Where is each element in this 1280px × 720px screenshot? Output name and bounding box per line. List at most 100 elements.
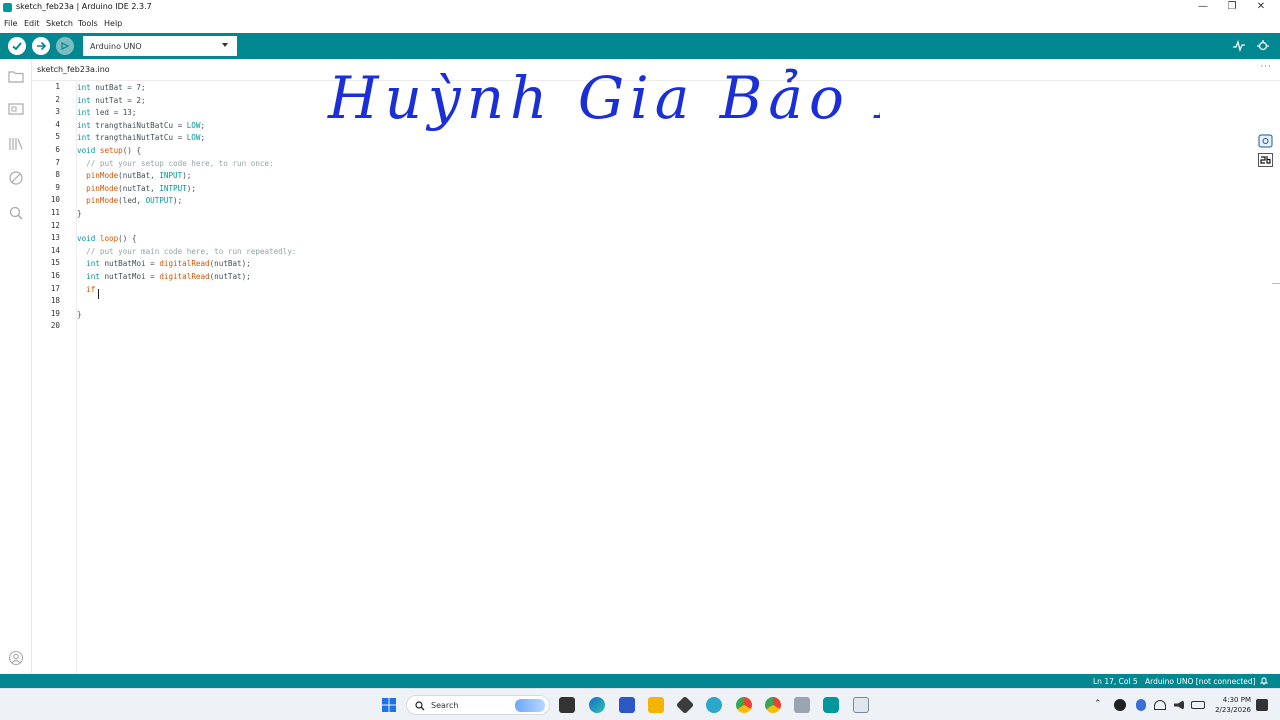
tab-more-button[interactable]: ··· xyxy=(1260,62,1272,72)
line-number: 18 xyxy=(50,296,60,306)
battery-icon[interactable] xyxy=(1191,701,1205,709)
verify-button[interactable] xyxy=(8,37,26,55)
chevron-down-icon xyxy=(222,43,228,47)
handwritten-text: Huỳnh Gia Bảo BT1.02 xyxy=(327,64,880,132)
menu-sketch[interactable]: Sketch xyxy=(46,19,73,28)
code-line[interactable]: int trangthaiNutTatCu = LOW; xyxy=(77,132,205,145)
search-icon xyxy=(415,701,425,711)
line-number: 14 xyxy=(50,245,60,255)
code-line[interactable]: int led = 13; xyxy=(77,107,136,120)
notification-icon[interactable] xyxy=(1259,676,1269,686)
line-number: 4 xyxy=(55,119,60,129)
board-manager-icon[interactable] xyxy=(7,101,25,117)
code-line[interactable]: pinMode(led, OUTPUT); xyxy=(77,195,182,208)
line-number: 9 xyxy=(55,182,60,192)
os-taskbar: Search ⌃ 4:30 PM 2/23/2026 xyxy=(0,688,1280,720)
code-line[interactable]: // put your main code here, to run repea… xyxy=(77,246,296,259)
code-line[interactable]: pinMode(nutBat, INPUT); xyxy=(77,170,191,183)
windows-start-icon[interactable] xyxy=(381,697,397,713)
line-number: 5 xyxy=(55,132,60,142)
code-line[interactable]: int nutBatMoi = digitalRead(nutBat); xyxy=(77,258,251,271)
clock-date: 2/23/2026 xyxy=(1215,706,1251,714)
clock-time: 4:30 PM xyxy=(1222,696,1251,704)
line-number: 1 xyxy=(55,82,60,91)
code-line[interactable]: pinMode(nutTat, INTPUT); xyxy=(77,183,196,196)
app-icon-dark[interactable] xyxy=(675,695,695,715)
code-line[interactable]: } xyxy=(77,208,82,221)
line-number: 17 xyxy=(50,283,60,293)
taskbar-search[interactable]: Search xyxy=(406,695,550,715)
chrome-profile-icon[interactable] xyxy=(765,697,781,713)
text-cursor xyxy=(98,289,99,299)
system-clock[interactable]: 4:30 PM 2/23/2026 xyxy=(1215,695,1251,715)
code-line[interactable]: int nutBat = 7; xyxy=(77,82,146,95)
notification-center-icon[interactable] xyxy=(1256,699,1268,711)
line-number: 10 xyxy=(50,195,60,205)
account-icon[interactable] xyxy=(7,650,25,666)
wifi-icon[interactable] xyxy=(1154,700,1166,710)
code-line[interactable]: int trangthaiNutBatCu = LOW; xyxy=(77,120,205,133)
close-button[interactable]: ✕ xyxy=(1247,0,1275,15)
snipping-tool-icon[interactable] xyxy=(853,697,869,713)
debug-button[interactable] xyxy=(56,37,74,55)
code-line[interactable]: // put your setup code here, to run once… xyxy=(77,158,273,171)
arduino-taskbar-icon[interactable] xyxy=(823,697,839,713)
menu-edit[interactable]: Edit xyxy=(24,19,40,28)
line-number: 15 xyxy=(50,258,60,268)
line-number: 8 xyxy=(55,170,60,180)
task-view-icon[interactable] xyxy=(559,697,575,713)
app-icon-cyan[interactable] xyxy=(706,697,722,713)
app-icon-blue[interactable] xyxy=(619,697,635,713)
connection-status[interactable]: Arduino UNO [not connected] xyxy=(1145,677,1256,686)
plotter-icon[interactable] xyxy=(1232,39,1246,53)
scroll-indicator xyxy=(1272,283,1280,284)
line-number: 7 xyxy=(55,157,60,167)
tray-app-icon[interactable] xyxy=(1114,699,1126,711)
code-line[interactable]: void setup() { xyxy=(77,145,141,158)
menu-bar: File Edit Sketch Tools Help xyxy=(0,16,1280,31)
line-number: 11 xyxy=(50,208,60,217)
settings-icon[interactable] xyxy=(794,697,810,713)
line-number: 6 xyxy=(55,145,60,154)
mic-icon[interactable] xyxy=(1136,699,1146,711)
arrow-right-icon xyxy=(37,41,47,51)
camera-icon[interactable] xyxy=(1258,134,1273,148)
board-selector[interactable]: Arduino UNO xyxy=(83,36,237,56)
cursor-position[interactable]: Ln 17, Col 5 xyxy=(1093,677,1138,686)
title-bar: sketch_feb23a | Arduino IDE 2.3.7 — ❐ ✕ xyxy=(0,0,1280,15)
menu-tools[interactable]: Tools xyxy=(78,19,98,28)
debug-disabled-icon[interactable] xyxy=(7,170,25,186)
tab-sketch-file[interactable]: sketch_feb23a.ino xyxy=(37,65,110,74)
code-line[interactable]: void loop() { xyxy=(77,233,136,246)
volume-icon[interactable] xyxy=(1174,700,1184,710)
sb-badge-icon[interactable] xyxy=(1258,153,1273,167)
code-line[interactable]: int nutTatMoi = digitalRead(nutTat); xyxy=(77,271,251,284)
folder-icon[interactable] xyxy=(7,68,25,84)
line-number: 16 xyxy=(50,271,60,280)
file-explorer-icon[interactable] xyxy=(648,697,664,713)
monitor-icon[interactable] xyxy=(1256,39,1270,53)
line-number: 2 xyxy=(55,94,60,104)
code-line[interactable]: int nutTat = 2; xyxy=(77,95,146,108)
code-line[interactable]: } xyxy=(77,309,82,322)
code-editor[interactable]: 1 int nutBat = 7; 2 int nutTat = 2; 3 int led… xyxy=(32,81,1280,674)
library-icon[interactable] xyxy=(7,136,25,152)
minimize-button[interactable]: — xyxy=(1189,0,1217,15)
search-highlight-icon xyxy=(515,699,545,712)
right-overlay-icons xyxy=(1258,133,1275,171)
line-number: 13 xyxy=(50,233,60,243)
chrome-icon[interactable] xyxy=(736,697,752,713)
edge-icon[interactable] xyxy=(589,697,605,713)
left-sidebar xyxy=(0,59,32,674)
line-number: 3 xyxy=(55,107,60,117)
tray-chevron-up-icon[interactable]: ⌃ xyxy=(1094,699,1102,709)
code-line[interactable]: if xyxy=(77,284,95,297)
menu-file[interactable]: File xyxy=(4,19,17,28)
line-number: 20 xyxy=(50,321,60,331)
handwritten-annotation: Huỳnh Gia Bảo BT1.02 xyxy=(327,64,880,132)
menu-help[interactable]: Help xyxy=(104,19,122,28)
maximize-button[interactable]: ❐ xyxy=(1218,0,1246,15)
taskbar-search-label: Search xyxy=(431,701,459,710)
upload-button[interactable] xyxy=(32,37,50,55)
search-icon[interactable] xyxy=(7,205,25,221)
